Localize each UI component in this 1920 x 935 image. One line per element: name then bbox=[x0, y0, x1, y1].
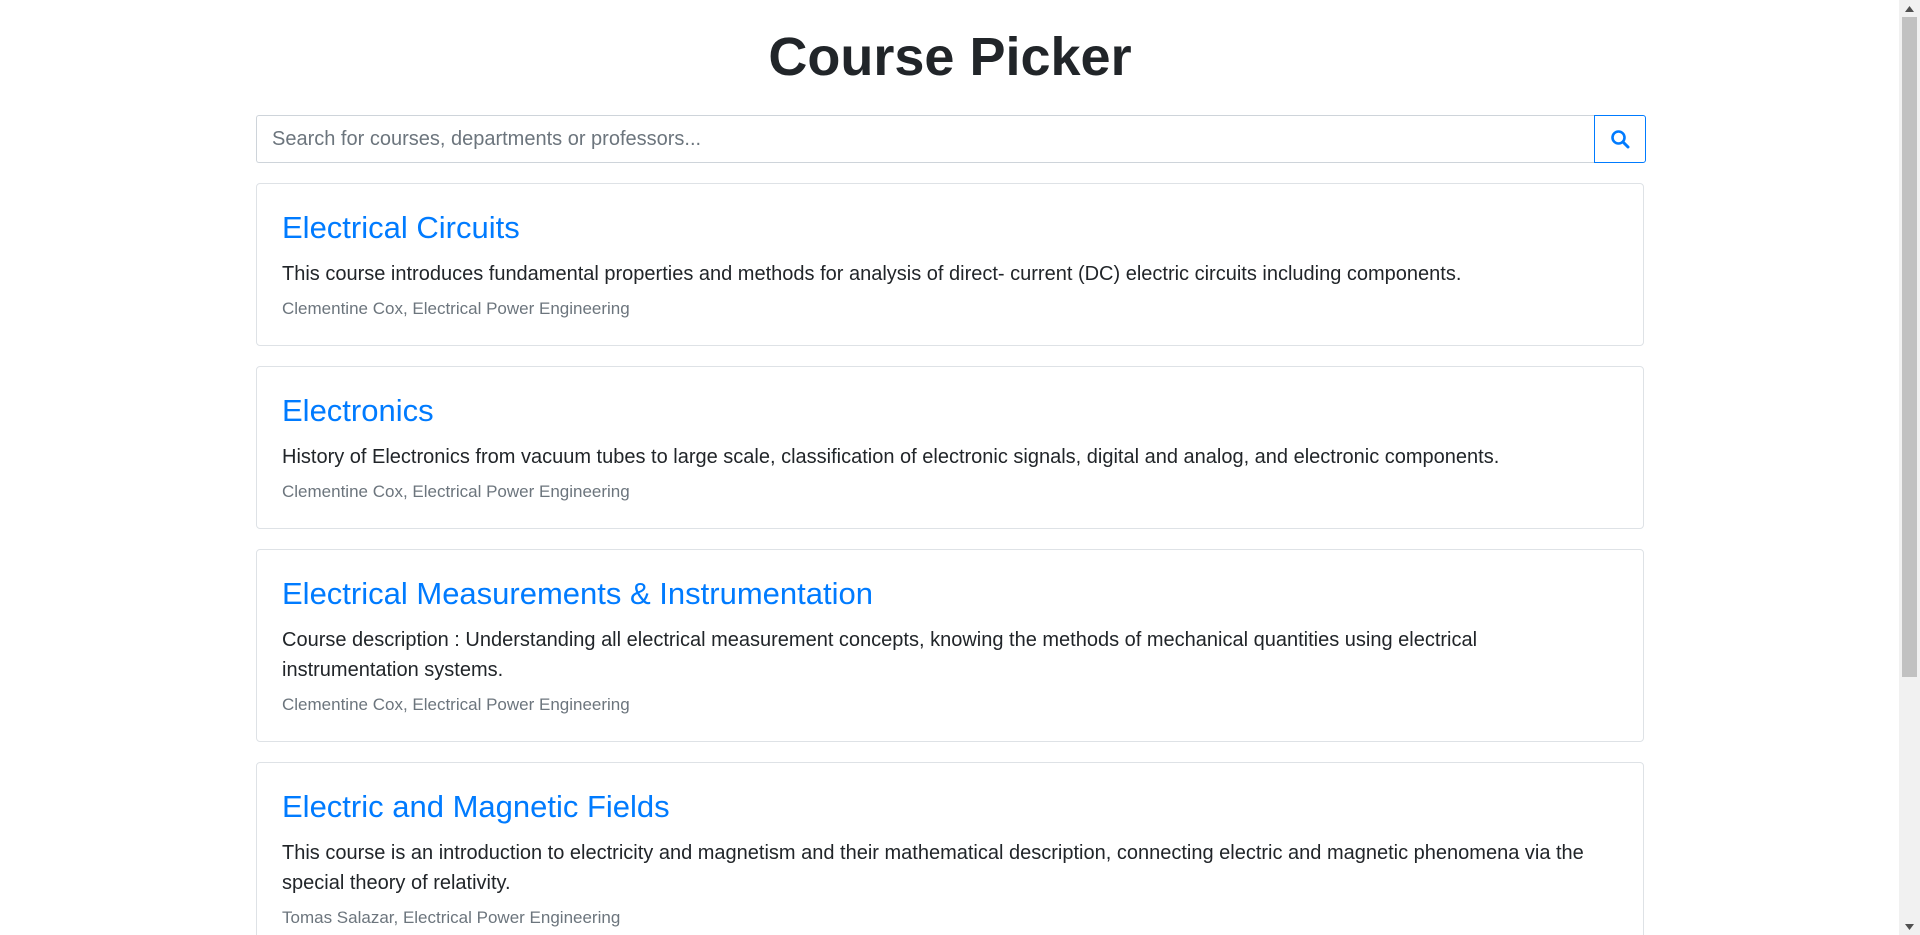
scroll-down-arrow[interactable] bbox=[1899, 918, 1920, 935]
course-meta: Clementine Cox, Electrical Power Enginee… bbox=[282, 482, 630, 501]
chevron-up-icon bbox=[1905, 5, 1914, 12]
course-title-link[interactable]: Electrical Measurements & Instrumentatio… bbox=[282, 575, 1618, 613]
course-card: Electronics History of Electronics from … bbox=[256, 366, 1644, 529]
course-title-link[interactable]: Electrical Circuits bbox=[282, 209, 1618, 247]
course-card: Electrical Measurements & Instrumentatio… bbox=[256, 549, 1644, 742]
course-description: This course introduces fundamental prope… bbox=[282, 263, 1462, 285]
course-title-link[interactable]: Electronics bbox=[282, 392, 1618, 430]
course-card: Electrical Circuits This course introduc… bbox=[256, 183, 1644, 346]
search-icon bbox=[1611, 130, 1630, 149]
chevron-down-icon bbox=[1905, 923, 1914, 930]
course-card: Electric and Magnetic Fields This course… bbox=[256, 762, 1644, 935]
course-description: Course description : Understanding all e… bbox=[282, 629, 1478, 681]
course-title-link[interactable]: Electric and Magnetic Fields bbox=[282, 788, 1618, 826]
search-button[interactable] bbox=[1594, 115, 1646, 163]
search-bar bbox=[256, 115, 1646, 163]
scroll-up-arrow[interactable] bbox=[1899, 0, 1920, 17]
page: Course Picker Electrical Circuits This c… bbox=[0, 0, 1920, 935]
course-list: Electrical Circuits This course introduc… bbox=[256, 183, 1644, 935]
page-title: Course Picker bbox=[768, 27, 1132, 87]
course-meta: Tomas Salazar, Electrical Power Engineer… bbox=[282, 908, 621, 927]
scrollbar-thumb[interactable] bbox=[1902, 17, 1917, 677]
course-meta: Clementine Cox, Electrical Power Enginee… bbox=[282, 695, 630, 714]
course-description: History of Electronics from vacuum tubes… bbox=[282, 446, 1500, 468]
vertical-scrollbar[interactable] bbox=[1899, 0, 1920, 935]
course-meta: Clementine Cox, Electrical Power Enginee… bbox=[282, 299, 630, 318]
course-description: This course is an introduction to electr… bbox=[282, 842, 1584, 894]
search-input[interactable] bbox=[256, 115, 1594, 163]
